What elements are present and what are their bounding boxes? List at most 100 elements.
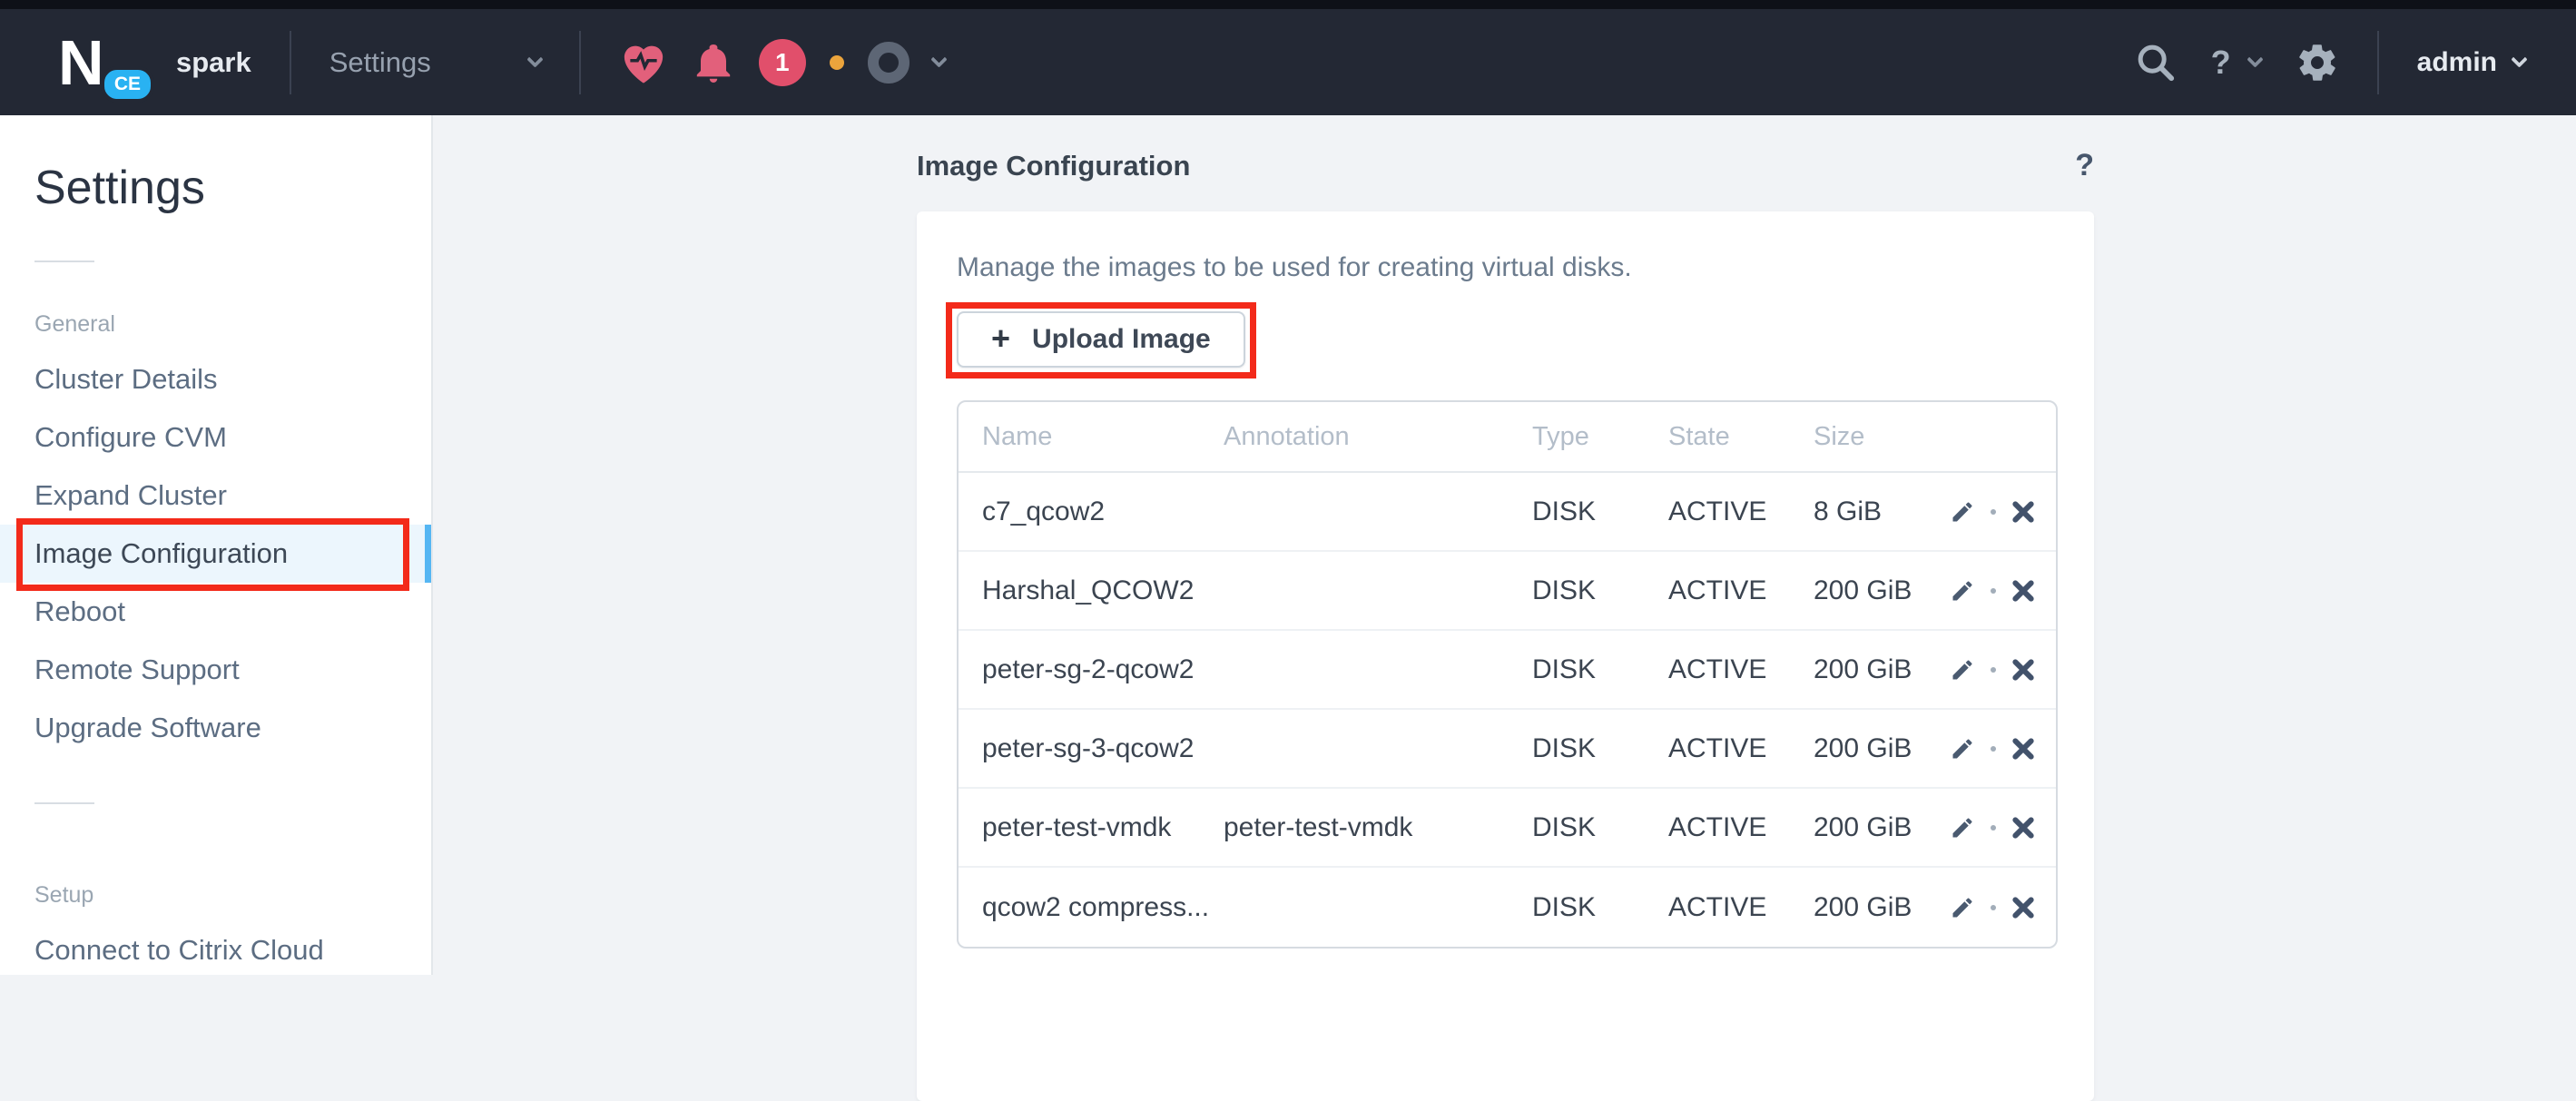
amber-dot-indicator [830, 55, 844, 70]
main-content: Image Configuration ? Manage the images … [435, 115, 2576, 975]
image-name: c7_qcow2 [982, 496, 1224, 527]
column-header-type: Type [1532, 422, 1668, 452]
topbar-top-strip [0, 0, 2576, 9]
image-size: 200 GiB [1814, 892, 1950, 923]
alerts-bell-icon[interactable] [692, 40, 735, 85]
dot-separator [1991, 905, 1996, 910]
image-type: DISK [1532, 733, 1668, 764]
sidebar-title: Settings [34, 161, 431, 215]
topbar: N CE spark Settings 1 [0, 9, 2576, 115]
edit-pencil-icon[interactable] [1950, 499, 1975, 525]
nav-settings-dropdown[interactable]: Settings [329, 46, 541, 79]
topbar-divider [2377, 31, 2379, 94]
image-type: DISK [1532, 575, 1668, 606]
image-name: qcow2 compress... [982, 892, 1224, 923]
health-heart-icon[interactable] [619, 40, 668, 85]
settings-sidebar: Settings General Cluster Details Configu… [0, 115, 433, 975]
image-state: ACTIVE [1668, 812, 1814, 843]
card-description: Manage the images to be used for creatin… [957, 251, 2058, 284]
table-row: qcow2 compress... DISK ACTIVE 200 GiB [959, 868, 2056, 947]
edit-pencil-icon[interactable] [1950, 815, 1975, 840]
image-name: peter-test-vmdk [982, 812, 1224, 843]
delete-x-icon[interactable] [2011, 896, 2035, 919]
column-header-size: Size [1814, 422, 1950, 452]
sidebar-item-cluster-details[interactable]: Cluster Details [0, 350, 431, 408]
delete-x-icon[interactable] [2011, 500, 2035, 524]
column-header-name: Name [982, 422, 1224, 452]
image-state: ACTIVE [1668, 733, 1814, 764]
image-size: 200 GiB [1814, 654, 1950, 685]
delete-x-icon[interactable] [2011, 816, 2035, 840]
image-state: ACTIVE [1668, 496, 1814, 527]
chevron-down-icon[interactable] [2247, 51, 2263, 67]
edit-pencil-icon[interactable] [1950, 657, 1975, 683]
topbar-divider [579, 31, 581, 94]
delete-x-icon[interactable] [2011, 579, 2035, 603]
plus-icon: + [991, 322, 1010, 355]
image-size: 8 GiB [1814, 496, 1950, 527]
table-row: peter-test-vmdk peter-test-vmdk DISK ACT… [959, 789, 2056, 868]
image-name: peter-sg-2-qcow2 [982, 654, 1224, 685]
image-name: peter-sg-3-qcow2 [982, 733, 1224, 764]
edit-pencil-icon[interactable] [1950, 578, 1975, 604]
sidebar-item-reboot[interactable]: Reboot [0, 583, 431, 641]
ce-badge: CE [101, 66, 154, 103]
tasks-ring-icon[interactable] [868, 42, 909, 84]
gear-icon[interactable] [2296, 41, 2339, 84]
image-configuration-card: Manage the images to be used for creatin… [917, 211, 2094, 1101]
column-header-annotation: Annotation [1224, 422, 1532, 452]
image-type: DISK [1532, 654, 1668, 685]
sidebar-item-upgrade-software[interactable]: Upgrade Software [0, 699, 431, 757]
chevron-down-icon [526, 51, 543, 67]
page-title: Image Configuration [917, 150, 1190, 182]
upload-image-button[interactable]: + Upload Image [957, 311, 1245, 368]
sidebar-divider [34, 261, 94, 262]
edit-pencil-icon[interactable] [1950, 736, 1975, 762]
nutanix-logo[interactable]: N CE [58, 26, 142, 99]
image-state: ACTIVE [1668, 892, 1814, 923]
dot-separator [1991, 825, 1996, 831]
images-table: Name Annotation Type State Size c7_qcow2… [957, 400, 2058, 949]
table-header: Name Annotation Type State Size [959, 402, 2056, 473]
chevron-down-icon[interactable] [930, 51, 947, 67]
dot-separator [1991, 746, 1996, 752]
selected-item-indicator [425, 525, 431, 583]
image-annotation: peter-test-vmdk [1224, 812, 1532, 843]
image-name: Harshal_QCOW2 [982, 575, 1224, 606]
image-state: ACTIVE [1668, 575, 1814, 606]
image-type: DISK [1532, 812, 1668, 843]
sidebar-item-expand-cluster[interactable]: Expand Cluster [0, 467, 431, 525]
sidebar-item-remote-support[interactable]: Remote Support [0, 641, 431, 699]
sidebar-item-image-configuration[interactable]: Image Configuration [0, 525, 431, 583]
nav-settings-label: Settings [329, 46, 431, 79]
sidebar-divider [34, 802, 94, 804]
table-row: Harshal_QCOW2 DISK ACTIVE 200 GiB [959, 552, 2056, 631]
notification-count-badge[interactable]: 1 [759, 39, 806, 86]
page-help-icon[interactable]: ? [2075, 148, 2094, 183]
user-menu[interactable]: admin [2417, 47, 2525, 78]
sidebar-item-connect-citrix-cloud[interactable]: Connect to Citrix Cloud [0, 921, 431, 979]
table-row: c7_qcow2 DISK ACTIVE 8 GiB [959, 473, 2056, 552]
dot-separator [1991, 588, 1996, 594]
edit-pencil-icon[interactable] [1950, 895, 1975, 920]
table-row: peter-sg-2-qcow2 DISK ACTIVE 200 GiB [959, 631, 2056, 710]
image-size: 200 GiB [1814, 812, 1950, 843]
image-state: ACTIVE [1668, 654, 1814, 685]
dot-separator [1991, 509, 1996, 515]
image-type: DISK [1532, 496, 1668, 527]
topbar-divider [290, 31, 291, 94]
image-type: DISK [1532, 892, 1668, 923]
search-icon[interactable] [2135, 42, 2177, 84]
help-icon[interactable]: ? [2211, 44, 2231, 82]
cluster-name[interactable]: spark [176, 46, 251, 79]
dot-separator [1991, 667, 1996, 673]
chevron-down-icon [2511, 51, 2527, 67]
image-size: 200 GiB [1814, 733, 1950, 764]
sidebar-item-configure-cvm[interactable]: Configure CVM [0, 408, 431, 467]
delete-x-icon[interactable] [2011, 737, 2035, 761]
sidebar-section-general: General [34, 311, 431, 338]
user-name: admin [2417, 47, 2497, 78]
image-size: 200 GiB [1814, 575, 1950, 606]
sidebar-section-setup: Setup [34, 882, 431, 909]
delete-x-icon[interactable] [2011, 658, 2035, 682]
